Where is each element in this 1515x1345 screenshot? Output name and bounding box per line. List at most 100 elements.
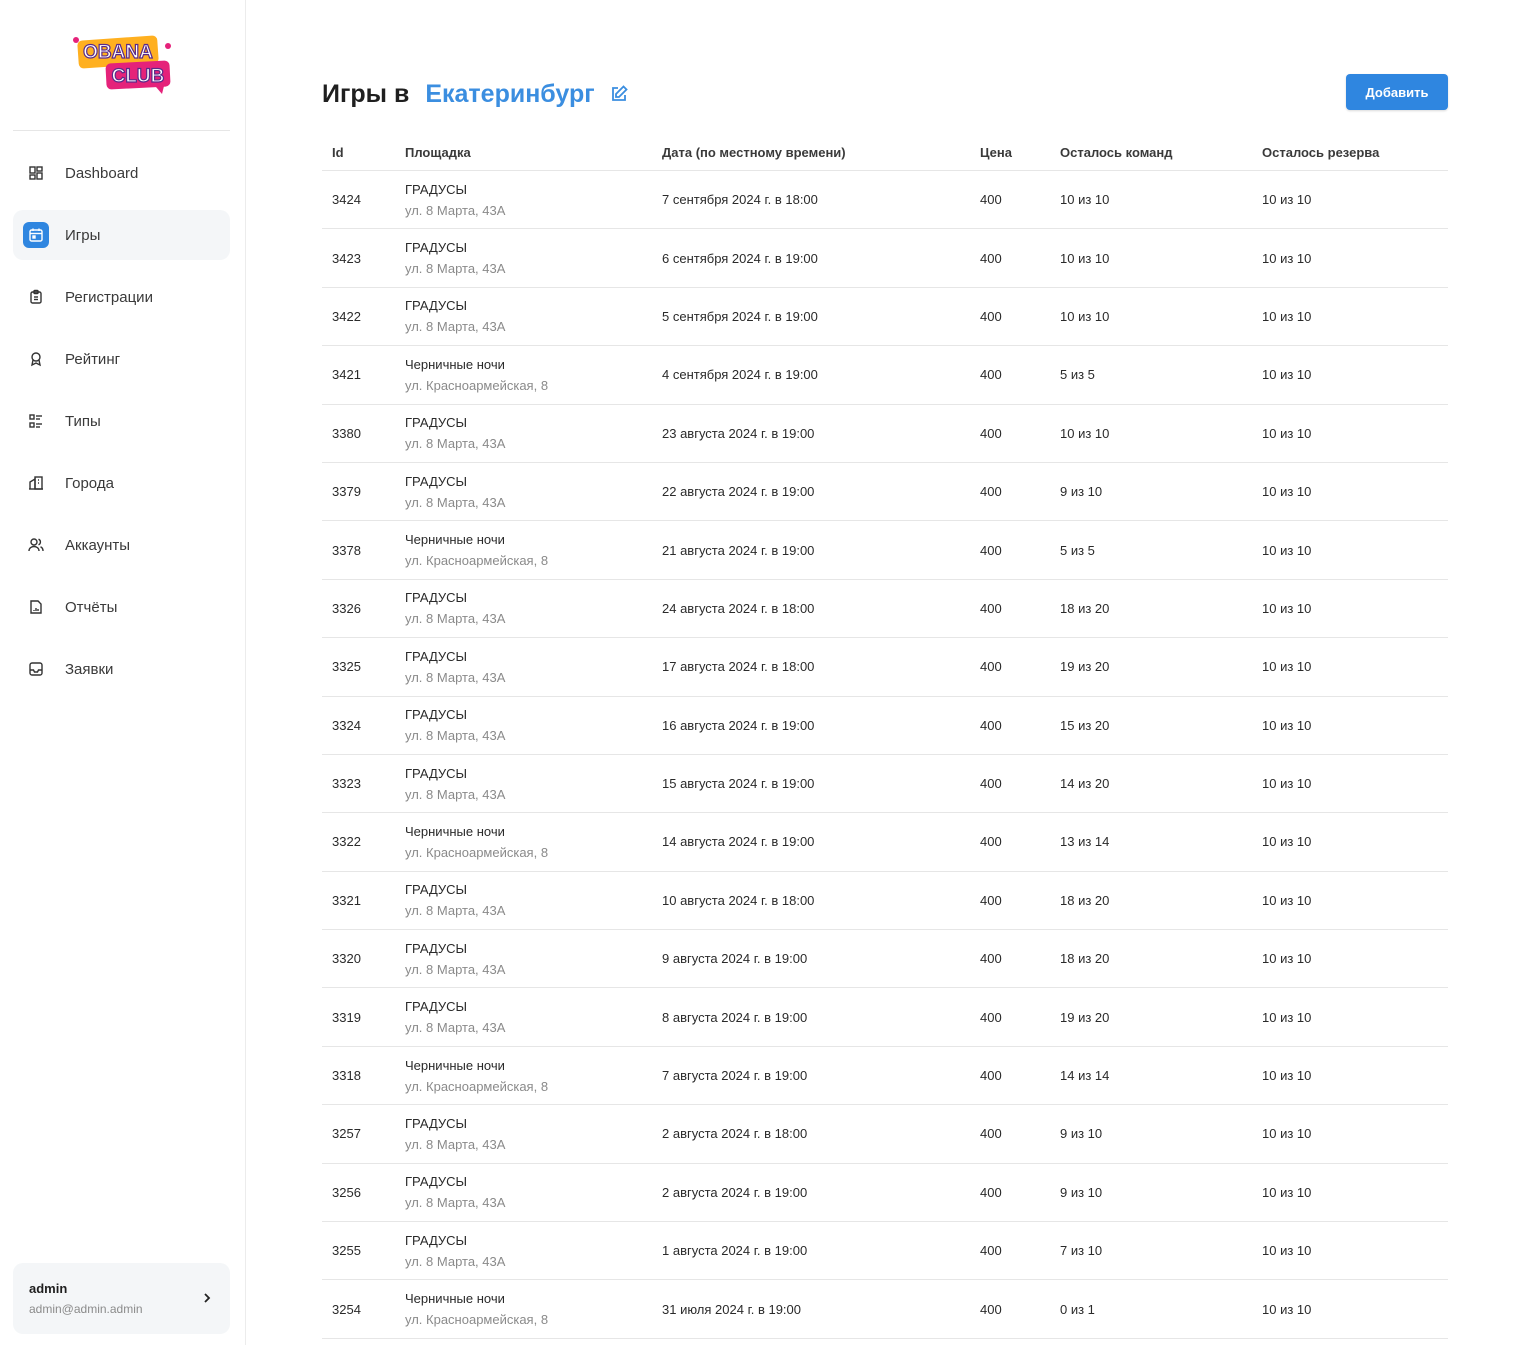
table-row[interactable]: 3257 ГРАДУСЫ ул. 8 Марта, 43А 2 августа 202… [322, 1104, 1448, 1164]
cell-venue: ГРАДУСЫ ул. 8 Марта, 43А [405, 404, 652, 463]
cell-id: 3424 [322, 170, 405, 230]
cell-date: 2 августа 2024 г. в 19:00 [652, 1163, 970, 1223]
cell-teams-left: 19 из 20 [1050, 987, 1252, 1047]
table-row[interactable]: 3255 ГРАДУСЫ ул. 8 Марта, 43А 1 августа 202… [322, 1221, 1448, 1281]
cell-price: 400 [970, 228, 1050, 288]
cell-date: 5 сентября 2024 г. в 19:00 [652, 287, 970, 347]
cell-venue: ГРАДУСЫ ул. 8 Марта, 43А [405, 871, 652, 931]
city-name-link[interactable]: Екатеринбург [425, 80, 594, 109]
list-icon [23, 408, 49, 434]
cell-venue: ГРАДУСЫ ул. 8 Марта, 43А [405, 287, 652, 347]
cell-reserve-left: 10 из 10 [1252, 345, 1448, 405]
cell-price: 400 [970, 170, 1050, 230]
cell-venue: ГРАДУСЫ ул. 8 Марта, 43А [405, 754, 652, 814]
sidebar-item-requests[interactable]: Заявки [13, 644, 230, 694]
table-row[interactable]: 3321 ГРАДУСЫ ул. 8 Марта, 43А 10 августа 20… [322, 871, 1448, 931]
cell-teams-left: 10 из 10 [1050, 170, 1252, 230]
column-header-price[interactable]: Цена [970, 134, 1050, 171]
venue-name: ГРАДУСЫ [405, 181, 468, 197]
table-row[interactable]: 3319 ГРАДУСЫ ул. 8 Марта, 43А 8 августа 202… [322, 987, 1448, 1047]
cell-reserve-left: 10 из 10 [1252, 637, 1448, 697]
cell-reserve-left: 10 из 10 [1252, 1104, 1448, 1164]
cell-id: 3322 [322, 812, 405, 872]
table-row[interactable]: 3323 ГРАДУСЫ ул. 8 Марта, 43А 15 августа 20… [322, 754, 1448, 814]
table-row[interactable]: 3322 Черничные ночи ул. Красноармейская, 8… [322, 812, 1448, 872]
sidebar-item-accounts[interactable]: Аккаунты [13, 520, 230, 570]
cell-id: 3422 [322, 287, 405, 347]
cell-teams-left: 18 из 20 [1050, 871, 1252, 931]
venue-name: Черничные ночи [405, 1291, 505, 1307]
cell-reserve-left: 10 из 10 [1252, 462, 1448, 522]
sidebar-item-games[interactable]: Игры [13, 210, 230, 260]
sidebar-item-label: Города [65, 474, 114, 492]
table-row[interactable]: 3254 Черничные ночи ул. Красноармейская, 8… [322, 1279, 1448, 1339]
cell-venue: ГРАДУСЫ ул. 8 Марта, 43А [405, 228, 652, 288]
sidebar-divider [13, 130, 230, 131]
venue-address: ул. 8 Марта, 43А [405, 261, 506, 277]
award-icon [23, 346, 49, 372]
table-row[interactable]: 3326 ГРАДУСЫ ул. 8 Марта, 43А 24 августа 20… [322, 579, 1448, 639]
sidebar-item-dashboard[interactable]: Dashboard [13, 148, 230, 198]
cell-teams-left: 0 из 1 [1050, 1279, 1252, 1339]
table-row[interactable]: 3324 ГРАДУСЫ ул. 8 Марта, 43А 16 августа 20… [322, 696, 1448, 755]
cell-date: 10 августа 2024 г. в 18:00 [652, 871, 970, 931]
cell-price: 400 [970, 696, 1050, 755]
user-card[interactable]: admin admin@admin.admin [13, 1263, 230, 1334]
cell-price: 400 [970, 579, 1050, 639]
cell-price: 400 [970, 871, 1050, 931]
table-row[interactable]: 3320 ГРАДУСЫ ул. 8 Марта, 43А 9 августа 202… [322, 929, 1448, 989]
table-row[interactable]: 3380 ГРАДУСЫ ул. 8 Марта, 43А 23 августа 20… [322, 404, 1448, 463]
table-row[interactable]: 3421 Черничные ночи ул. Красноармейская, 8… [322, 345, 1448, 405]
cell-teams-left: 10 из 10 [1050, 228, 1252, 288]
venue-name: Черничные ночи [405, 532, 505, 548]
venue-address: ул. Красноармейская, 8 [405, 553, 549, 569]
table-row[interactable]: 3423 ГРАДУСЫ ул. 8 Марта, 43А 6 сентября 20… [322, 228, 1448, 288]
add-button[interactable]: Добавить [1346, 74, 1448, 110]
report-icon [23, 594, 49, 620]
sidebar-item-rating[interactable]: Рейтинг [13, 334, 230, 384]
column-header-venue[interactable]: Площадка [405, 134, 652, 171]
venue-address: ул. 8 Марта, 43А [405, 436, 506, 452]
cell-reserve-left: 10 из 10 [1252, 170, 1448, 230]
sidebar-item-types[interactable]: Типы [13, 396, 230, 446]
cell-price: 400 [970, 462, 1050, 522]
column-header-reserve-left[interactable]: Осталось резерва [1252, 134, 1448, 171]
table-row[interactable]: 3325 ГРАДУСЫ ул. 8 Марта, 43А 17 августа 20… [322, 637, 1448, 697]
venue-address: ул. Красноармейская, 8 [405, 377, 549, 393]
chevron-right-icon [202, 1291, 212, 1310]
table-row[interactable]: 3256 ГРАДУСЫ ул. 8 Марта, 43А 2 августа 202… [322, 1163, 1448, 1223]
table-row[interactable]: 3318 Черничные ночи ул. Красноармейская, 8… [322, 1046, 1448, 1106]
cell-id: 3324 [322, 696, 405, 755]
cell-id: 3318 [322, 1046, 405, 1106]
table-row[interactable]: 3422 ГРАДУСЫ ул. 8 Марта, 43А 5 сентября 20… [322, 287, 1448, 347]
table-row[interactable]: 3379 ГРАДУСЫ ул. 8 Марта, 43А 22 августа 20… [322, 462, 1448, 522]
table-row[interactable]: 3378 Черничные ночи ул. Красноармейская, 8… [322, 520, 1448, 580]
sidebar-item-label: Типы [65, 412, 101, 430]
table-header-row: Id Площадка Дата (по местному времени) Ц… [322, 134, 1448, 171]
cell-venue: ГРАДУСЫ ул. 8 Марта, 43А [405, 462, 652, 522]
column-header-date[interactable]: Дата (по местному времени) [652, 134, 970, 171]
edit-icon[interactable] [609, 84, 629, 104]
cell-reserve-left: 10 из 10 [1252, 929, 1448, 989]
cell-venue: ГРАДУСЫ ул. 8 Марта, 43А [405, 929, 652, 989]
sidebar-item-reports[interactable]: Отчёты [13, 582, 230, 632]
sidebar-item-cities[interactable]: Города [13, 458, 230, 508]
venue-name: ГРАДУСЫ [405, 648, 468, 664]
cell-id: 3255 [322, 1221, 405, 1281]
cell-id: 3323 [322, 754, 405, 814]
column-header-teams-left[interactable]: Осталось команд [1050, 134, 1252, 171]
cell-teams-left: 13 из 14 [1050, 812, 1252, 872]
column-header-id[interactable]: Id [322, 134, 405, 171]
obana-club-logo[interactable]: OBANA CLUB [70, 32, 174, 96]
venue-name: Черничные ночи [405, 356, 505, 372]
cell-teams-left: 10 из 10 [1050, 404, 1252, 463]
venue-address: ул. 8 Марта, 43А [405, 1253, 506, 1269]
sidebar-item-registrations[interactable]: Регистрации [13, 272, 230, 322]
inbox-icon [23, 656, 49, 682]
table-row[interactable]: 3424 ГРАДУСЫ ул. 8 Марта, 43А 7 сентября 20… [322, 170, 1448, 230]
cell-date: 31 июля 2024 г. в 19:00 [652, 1279, 970, 1339]
cell-id: 3423 [322, 228, 405, 288]
cell-reserve-left: 10 из 10 [1252, 1163, 1448, 1223]
cell-teams-left: 18 из 20 [1050, 929, 1252, 989]
cell-venue: Черничные ночи ул. Красноармейская, 8 [405, 1046, 652, 1106]
